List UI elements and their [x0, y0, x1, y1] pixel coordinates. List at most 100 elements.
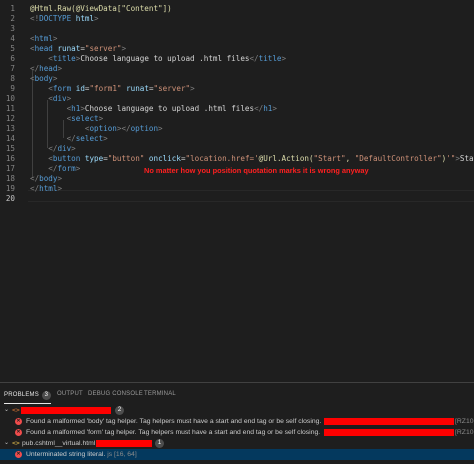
tab-debug-console[interactable]: DEBUG CONSOLE: [88, 391, 143, 397]
code-token: button: [52, 154, 81, 163]
problem-code: [RZ10: [455, 429, 474, 436]
redacted-source: [324, 429, 454, 436]
code-token: div: [52, 94, 67, 103]
code-token: div: [57, 144, 72, 153]
code-token: option: [89, 124, 117, 133]
code-token: id: [75, 84, 85, 93]
code-token: form: [52, 84, 72, 93]
problems-panel: PROBLEMS 3 OUTPUT DEBUG CONSOLE TERMINAL …: [0, 382, 474, 464]
redacted-source: [324, 418, 454, 425]
code-text: <!DOCTYPE html>: [30, 14, 99, 24]
problem-message: Unterminated string literal. js [16, 64]: [26, 449, 137, 460]
code-token: Choose language to upload .html files: [84, 104, 255, 113]
code-token: >: [103, 134, 108, 143]
code-token: body: [34, 74, 53, 83]
code-text: <button type="button" onclick="location.…: [30, 154, 474, 164]
problems-count-badge: 3: [41, 391, 51, 400]
problem-item-3[interactable]: ✕ Unterminated string literal. js [16, 6…: [0, 449, 474, 460]
problem-group-1[interactable]: ⌄ <> 2: [0, 405, 474, 416]
code-line[interactable]: 16 <button type="button" onclick="locati…: [0, 154, 474, 164]
code-token: title: [258, 54, 282, 63]
line-number: 18: [5, 174, 15, 183]
code-line[interactable]: 11 <h1>Choose language to upload .html f…: [0, 104, 474, 114]
code-token: select: [71, 114, 99, 123]
code-token: "button": [107, 154, 145, 163]
code-line[interactable]: 7 </head>: [0, 64, 474, 74]
code-token: </: [30, 184, 40, 193]
code-text: <form id="form1" runat="server">: [30, 84, 195, 94]
code-token: head: [39, 64, 58, 73]
problem-item-1[interactable]: ✕ Found a malformed 'body' tag helper. T…: [0, 416, 474, 427]
code-token: >: [57, 184, 63, 193]
code-editor[interactable]: 1 @Html.Raw(@ViewData["Content"]) 2 <!DOCTY…: [0, 0, 474, 382]
problem-group-2[interactable]: ⌄ <> pub.cshtml__virtual.html 1: [0, 438, 474, 449]
line-number: 9: [10, 84, 15, 93]
code-token: >: [57, 64, 63, 73]
code-line[interactable]: 12 <select>: [0, 114, 474, 124]
code-token: >: [190, 84, 195, 93]
line-number: 17: [5, 164, 15, 173]
code-line[interactable]: 14 </select>: [0, 134, 474, 144]
line-number: 11: [5, 104, 15, 113]
code-token: h1: [263, 104, 273, 113]
line-number: 20: [5, 194, 15, 203]
code-line[interactable]: 19 </html>: [0, 184, 474, 194]
problem-location: js [16, 64]: [107, 451, 137, 458]
code-token: "server": [153, 84, 191, 93]
code-token: runat: [126, 84, 149, 93]
line-number: 8: [10, 74, 15, 83]
code-line[interactable]: 6 <title>Choose language to upload .html…: [0, 54, 474, 64]
code-text: </form>: [30, 164, 80, 174]
code-token: title: [52, 54, 76, 63]
code-line[interactable]: 18 </body>: [0, 174, 474, 184]
tab-problems[interactable]: PROBLEMS 3: [4, 391, 51, 404]
problem-item-2[interactable]: ✕ Found a malformed 'form' tag helper. T…: [0, 427, 474, 438]
code-line[interactable]: 15 </div>: [0, 144, 474, 154]
line-number: 13: [5, 124, 15, 133]
code-token: >: [75, 164, 81, 173]
code-token: h1: [71, 104, 81, 113]
code-token: ></: [116, 124, 131, 133]
code-line[interactable]: 1 @Html.Raw(@ViewData["Content"]): [0, 4, 474, 14]
code-line[interactable]: 8 <body>: [0, 74, 474, 84]
error-icon: ✕: [15, 451, 22, 458]
code-token: >: [71, 144, 76, 153]
code-line[interactable]: 3: [0, 24, 474, 34]
chevron-down-icon: ⌄: [4, 407, 10, 413]
code-line[interactable]: 9 <form id="form1" runat="server">: [0, 84, 474, 94]
line-number: 16: [5, 154, 15, 163]
chevron-down-icon: ⌄: [4, 440, 10, 446]
code-line[interactable]: 10 <div>: [0, 94, 474, 104]
code-line[interactable]: 4 <html>: [0, 34, 474, 44]
line-number: 5: [10, 44, 15, 53]
code-token: @Url.Action(: [258, 154, 314, 163]
line-number: 4: [10, 34, 15, 43]
code-token: </: [254, 104, 264, 113]
tab-output[interactable]: OUTPUT: [57, 391, 83, 397]
annotation-text: No matter how you position quotation mar…: [144, 166, 369, 175]
code-line[interactable]: 2 <!DOCTYPE html>: [0, 14, 474, 24]
code-text: <h1>Choose language to upload .html file…: [30, 104, 277, 114]
code-line[interactable]: 13 <option></option>: [0, 124, 474, 134]
code-text: @Html.Raw(@ViewData["Content"]): [30, 4, 172, 14]
code-line[interactable]: 5 <head runat="server">: [0, 44, 474, 54]
code-token: "location.href=': [185, 154, 259, 163]
code-line[interactable]: 20: [0, 194, 474, 204]
error-icon: ✕: [15, 418, 22, 425]
redacted-path: [96, 440, 152, 447]
code-token: body: [39, 174, 58, 183]
code-token: </: [30, 174, 40, 183]
problem-group-filename: pub.cshtml__virtual.html: [22, 440, 96, 447]
code-text: <option></option>: [30, 124, 163, 134]
code-token: >: [98, 114, 104, 123]
problem-code: [RZ10: [455, 418, 474, 425]
tab-terminal[interactable]: TERMINAL: [144, 391, 176, 397]
